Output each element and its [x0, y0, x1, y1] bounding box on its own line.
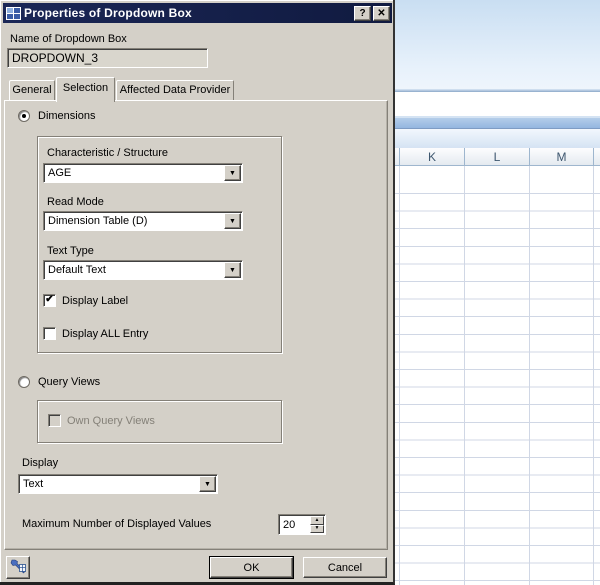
settings-button[interactable] — [6, 556, 30, 579]
ribbon-divider — [395, 89, 600, 92]
read-mode-value: Dimension Table (D) — [44, 215, 224, 227]
max-values-stepper[interactable]: 20 ▲ ▼ — [278, 514, 326, 535]
column-header-l[interactable]: L — [465, 148, 530, 165]
properties-dialog: Properties of Dropdown Box ? ✕ Name of D… — [0, 0, 395, 585]
spin-up-icon[interactable]: ▲ — [310, 516, 324, 525]
own-query-views-checkbox — [48, 414, 61, 427]
check-icon: ✔ — [45, 295, 53, 305]
characteristic-value: AGE — [44, 167, 224, 179]
display-label-checkbox[interactable]: ✔ — [43, 294, 56, 307]
max-values-value: 20 — [279, 515, 310, 534]
column-header-m[interactable]: M — [530, 148, 594, 165]
app-grid-icon — [6, 7, 21, 20]
tab-general[interactable]: General — [9, 80, 55, 101]
screen: K L M Properties of Dropdown Box ? ✕ Nam… — [0, 0, 600, 585]
ok-button[interactable]: OK — [210, 557, 293, 578]
read-mode-select[interactable]: Dimension Table (D) ▼ — [43, 211, 243, 231]
help-button[interactable]: ? — [354, 6, 371, 21]
spin-down-icon[interactable]: ▼ — [310, 525, 324, 534]
column-header-partial[interactable] — [594, 148, 600, 165]
titlebar[interactable]: Properties of Dropdown Box ? ✕ — [3, 3, 392, 23]
name-value: DROPDOWN_3 — [12, 51, 98, 65]
text-type-value: Default Text — [44, 264, 224, 276]
wrench-icon — [10, 559, 27, 576]
dropdown-arrow-icon[interactable]: ▼ — [199, 476, 216, 492]
excel-window: K L M — [395, 0, 600, 585]
tab-affected-data-provider[interactable]: Affected Data Provider — [116, 80, 234, 101]
gridline-rows — [395, 193, 600, 585]
text-type-select[interactable]: Default Text ▼ — [43, 260, 243, 280]
display-all-entry-checkbox[interactable] — [43, 327, 56, 340]
characteristic-select[interactable]: AGE ▼ — [43, 163, 243, 183]
query-views-group — [37, 400, 282, 443]
display-value: Text — [19, 478, 199, 490]
close-button[interactable]: ✕ — [373, 6, 390, 21]
name-label: Name of Dropdown Box — [10, 33, 127, 45]
tab-selection[interactable]: Selection — [56, 77, 115, 102]
dropdown-arrow-icon[interactable]: ▼ — [224, 213, 241, 229]
name-input[interactable]: DROPDOWN_3 — [7, 48, 208, 68]
cancel-button[interactable]: Cancel — [303, 557, 387, 578]
radio-dot-icon — [22, 114, 26, 118]
dimensions-radio[interactable] — [18, 110, 30, 122]
display-select[interactable]: Text ▼ — [18, 474, 218, 494]
column-header-k[interactable]: K — [400, 148, 465, 165]
ribbon-area — [395, 0, 600, 89]
header-gradient-band — [395, 129, 600, 148]
query-views-radio[interactable] — [18, 376, 30, 388]
dropdown-arrow-icon[interactable]: ▼ — [224, 262, 241, 278]
column-header-row: K L M — [395, 148, 600, 166]
worksheet-grid[interactable] — [395, 166, 600, 585]
toolbar-band — [395, 118, 600, 129]
dialog-title: Properties of Dropdown Box — [24, 6, 352, 20]
dropdown-arrow-icon[interactable]: ▼ — [224, 165, 241, 181]
